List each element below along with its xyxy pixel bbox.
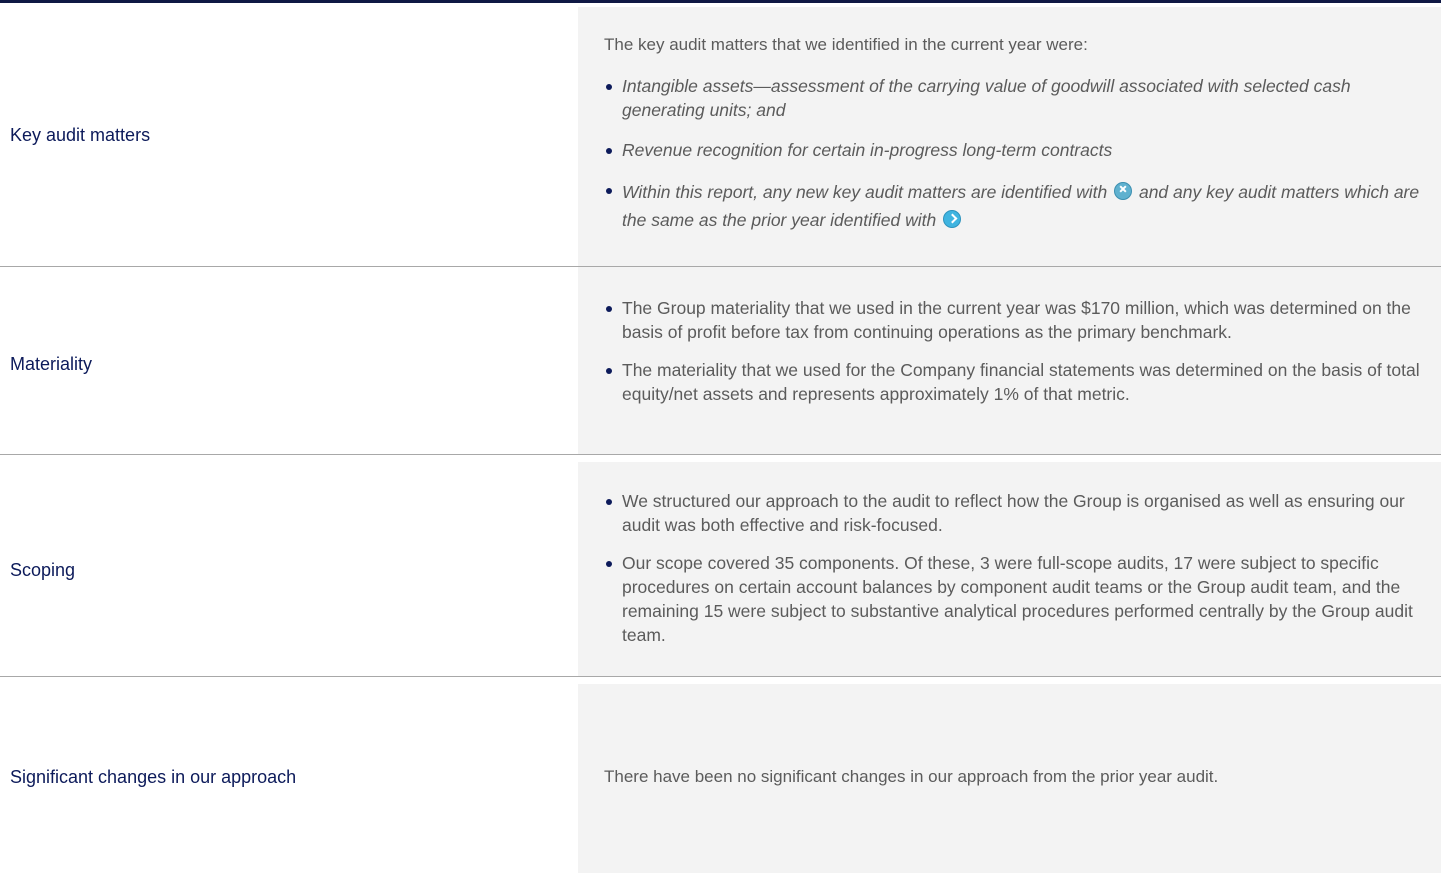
row-divider [0,676,1441,677]
same-key-audit-matter-icon [943,210,962,228]
row-divider [0,454,1441,455]
bullet-text: The Group materiality that we used in th… [622,298,1411,342]
list-item: Our scope covered 35 components. Of thes… [604,551,1436,647]
list-item: Revenue recognition for certain in-progr… [604,138,1436,162]
materiality-list: The Group materiality that we used in th… [604,296,1436,406]
significant-changes-label: Significant changes in our approach [10,767,297,787]
bullet-text: Our scope covered 35 components. Of thes… [622,553,1413,645]
scoping-label: Scoping [10,560,76,580]
significant-changes-text: There have been no significant changes i… [604,767,1219,786]
key-audit-matters-intro: The key audit matters that we identified… [604,35,1088,54]
bullet-text: We structured our approach to the audit … [622,491,1405,535]
materiality-label: Materiality [10,354,93,374]
bullet-text: The materiality that we used for the Com… [622,360,1420,404]
list-item: We structured our approach to the audit … [604,489,1436,537]
key-audit-matters-list: Intangible assets—assessment of the carr… [604,74,1436,234]
key-audit-matters-label: Key audit matters [10,125,151,145]
new-key-audit-matter-icon [1114,182,1133,200]
scoping-list: We structured our approach to the audit … [604,489,1436,647]
list-item: The materiality that we used for the Com… [604,358,1436,406]
bullet-text: Within this report, any new key audit ma… [622,182,1108,202]
list-item: Within this report, any new key audit ma… [604,178,1436,234]
list-item: The Group materiality that we used in th… [604,296,1436,344]
list-item: Intangible assets—assessment of the carr… [604,74,1436,122]
bullet-text: Intangible assets—assessment of the carr… [622,76,1351,120]
bullet-text: Revenue recognition for certain in-progr… [622,140,1113,160]
top-rule [0,0,1441,3]
